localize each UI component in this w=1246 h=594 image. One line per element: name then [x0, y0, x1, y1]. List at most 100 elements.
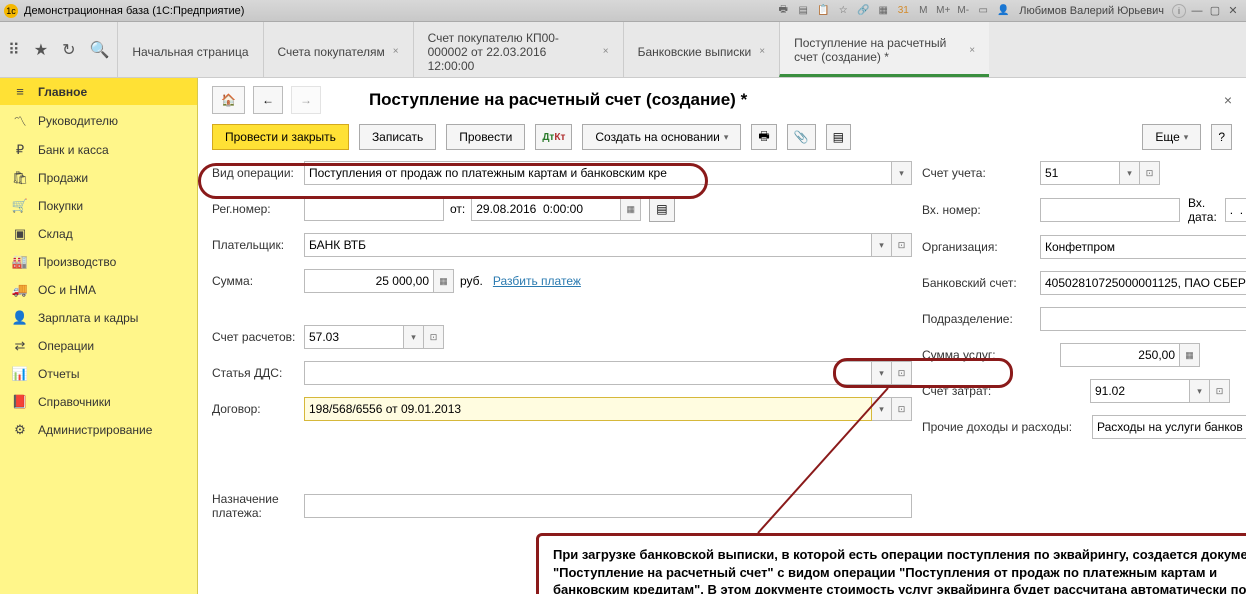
sidebar-item-bank[interactable]: ₽Банк и касса	[0, 136, 197, 164]
open-icon[interactable]: ⊡	[892, 233, 912, 257]
dept-label: Подразделение:	[922, 312, 1040, 326]
dropdown-icon[interactable]: ▾	[1120, 161, 1140, 185]
sum-input[interactable]	[304, 269, 434, 293]
m-icon[interactable]: M	[915, 3, 931, 19]
dtkt-button[interactable]: ДтКт	[535, 124, 572, 150]
star-icon[interactable]: ★	[34, 40, 48, 60]
dept-input[interactable]	[1040, 307, 1246, 331]
reg-input[interactable]	[304, 197, 444, 221]
purpose-input[interactable]	[304, 494, 912, 518]
print-button[interactable]: 🖶	[751, 124, 776, 150]
open-icon[interactable]: ⊡	[892, 361, 912, 385]
calendar-icon[interactable]: ▦	[621, 197, 641, 221]
calc-icon[interactable]: ▦	[434, 269, 454, 293]
dropdown-icon[interactable]: ▾	[872, 361, 892, 385]
close-button[interactable]: ✕	[1224, 3, 1242, 19]
split-payment-link[interactable]: Разбить платеж	[493, 274, 581, 288]
sidebar-item-purchase[interactable]: 🛒Покупки	[0, 192, 197, 220]
open-icon[interactable]: ⊡	[1140, 161, 1160, 185]
sidebar-item-reports[interactable]: 📊Отчеты	[0, 360, 197, 388]
svc-input[interactable]	[1060, 343, 1180, 367]
open-icon[interactable]: ⊡	[424, 325, 444, 349]
sidebar-item-refs[interactable]: 📕Справочники	[0, 388, 197, 416]
op-type-input[interactable]	[304, 161, 892, 185]
calc-acc-input[interactable]	[304, 325, 404, 349]
print-icon[interactable]: 🖶	[775, 3, 791, 19]
sidebar-item-assets[interactable]: 🚚ОС и НМА	[0, 276, 197, 304]
maximize-button[interactable]: ▢	[1206, 3, 1224, 19]
doc-button[interactable]: ▤	[649, 196, 674, 222]
attach-button[interactable]: 📎	[787, 124, 816, 150]
acc-input[interactable]	[1040, 161, 1120, 185]
app-title: Демонстрационная база (1С:Предприятие)	[24, 5, 244, 17]
sidebar-item-sales[interactable]: 🛍Продажи	[0, 164, 197, 192]
dropdown-icon[interactable]: ▾	[404, 325, 424, 349]
search-icon[interactable]: 🔍	[89, 40, 109, 60]
date-input[interactable]	[471, 197, 621, 221]
sidebar-item-admin[interactable]: ⚙Администрирование	[0, 416, 197, 444]
dds-input[interactable]	[304, 361, 872, 385]
sidebar-label: Зарплата и кадры	[38, 311, 138, 325]
info-icon[interactable]: i	[1172, 4, 1186, 18]
sidebar-label: ОС и НМА	[38, 283, 96, 297]
link-icon[interactable]: 🔗	[855, 3, 871, 19]
cost-acc-input[interactable]	[1090, 379, 1190, 403]
minimize-button[interactable]: —	[1188, 3, 1206, 19]
tab-label: Начальная страница	[132, 45, 248, 59]
close-icon[interactable]: ×	[603, 46, 609, 57]
dropdown-icon[interactable]: ▾	[892, 161, 912, 185]
clipboard-icon[interactable]: 📋	[815, 3, 831, 19]
doc-icon[interactable]: ▤	[795, 3, 811, 19]
dropdown-icon[interactable]: ▾	[872, 397, 892, 421]
dropdown-icon[interactable]: ▾	[872, 233, 892, 257]
tab-invoice-doc[interactable]: Счет покупателю КП00-000002 от 22.03.201…	[413, 22, 623, 77]
sidebar-item-manager[interactable]: 〽Руководителю	[0, 105, 197, 136]
post-close-button[interactable]: Провести и закрыть	[212, 124, 349, 150]
calc-icon[interactable]: ▦	[1180, 343, 1200, 367]
factory-icon: 🏭	[12, 254, 28, 270]
sidebar-item-salary[interactable]: 👤Зарплата и кадры	[0, 304, 197, 332]
page-close-button[interactable]: ×	[1224, 92, 1232, 108]
inno-input[interactable]	[1040, 198, 1180, 222]
home-button[interactable]: 🏠	[212, 86, 245, 114]
forward-button[interactable]: →	[291, 86, 321, 114]
other-label: Прочие доходы и расходы:	[922, 420, 1092, 434]
open-icon[interactable]: ⊡	[1210, 379, 1230, 403]
sidebar-item-prod[interactable]: 🏭Производство	[0, 248, 197, 276]
window-icon[interactable]: ▭	[975, 3, 991, 19]
close-icon[interactable]: ×	[759, 46, 765, 57]
sidebar-item-main[interactable]: ≡Главное	[0, 78, 197, 105]
org-input[interactable]	[1040, 235, 1246, 259]
history-icon[interactable]: ↻	[62, 40, 75, 60]
mplus-icon[interactable]: M+	[935, 3, 951, 19]
calendar-icon[interactable]: 31	[895, 3, 911, 19]
other-input[interactable]	[1092, 415, 1246, 439]
tab-invoices[interactable]: Счета покупателям×	[263, 22, 413, 77]
calc-icon[interactable]: ▦	[875, 3, 891, 19]
create-from-button[interactable]: Создать на основании	[582, 124, 741, 150]
save-button[interactable]: Записать	[359, 124, 436, 150]
back-button[interactable]: ←	[253, 86, 283, 114]
op-type-label: Вид операции:	[212, 166, 304, 180]
close-icon[interactable]: ×	[969, 45, 975, 56]
indate-input[interactable]	[1225, 198, 1246, 222]
apps-icon[interactable]: ⠿	[8, 40, 20, 60]
open-icon[interactable]: ⊡	[892, 397, 912, 421]
payer-input[interactable]	[304, 233, 872, 257]
dropdown-icon[interactable]: ▾	[1190, 379, 1210, 403]
tab-receipt[interactable]: Поступление на расчетный счет (создание)…	[779, 22, 989, 77]
contract-input[interactable]	[304, 397, 872, 421]
sidebar-item-stock[interactable]: ▣Склад	[0, 220, 197, 248]
mminus-icon[interactable]: M-	[955, 3, 971, 19]
post-button[interactable]: Провести	[446, 124, 525, 150]
fav-icon[interactable]: ☆	[835, 3, 851, 19]
tab-home[interactable]: Начальная страница	[117, 22, 262, 77]
more-button[interactable]: Еще	[1142, 124, 1201, 150]
user-name[interactable]: Любимов Валерий Юрьевич	[1019, 5, 1164, 17]
sidebar-item-ops[interactable]: ⇄Операции	[0, 332, 197, 360]
bank-input[interactable]	[1040, 271, 1246, 295]
close-icon[interactable]: ×	[393, 46, 399, 57]
report-button[interactable]: ▤	[826, 124, 851, 150]
help-button[interactable]: ?	[1211, 124, 1232, 150]
tab-bank[interactable]: Банковские выписки×	[623, 22, 779, 77]
